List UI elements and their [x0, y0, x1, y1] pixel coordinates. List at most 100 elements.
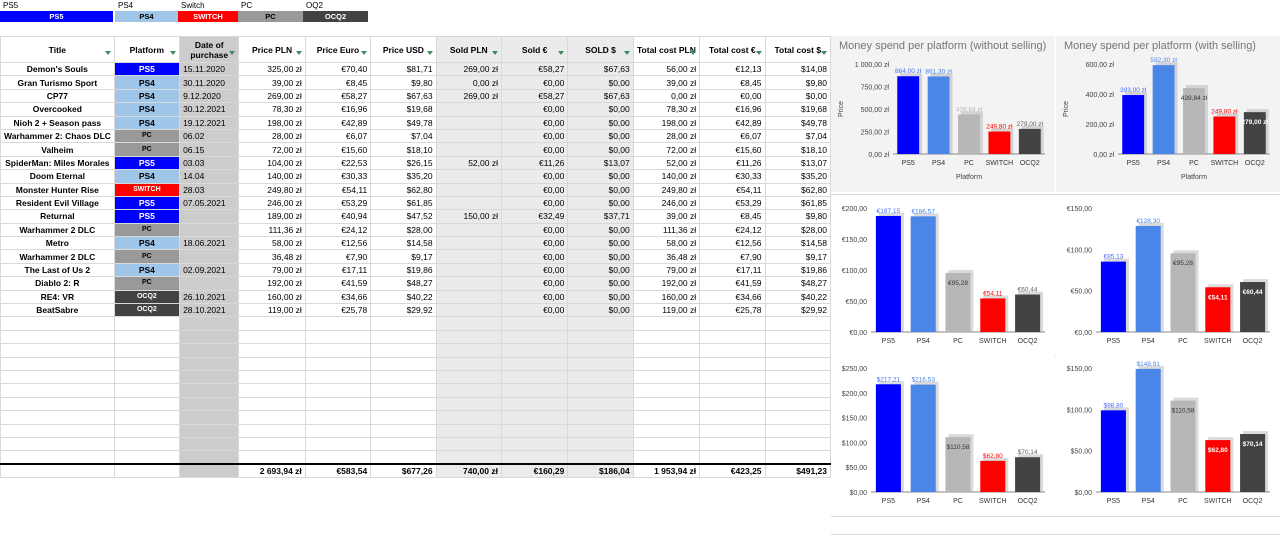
- empty-cell[interactable]: [764, 369, 832, 385]
- bar-ps5[interactable]: [875, 384, 901, 492]
- total-cell[interactable]: €160,29: [500, 463, 569, 479]
- empty-cell[interactable]: [113, 316, 181, 331]
- empty-cell[interactable]: [113, 450, 181, 465]
- value-cell[interactable]: €24,12: [304, 222, 372, 238]
- value-cell[interactable]: 104,00 zł: [238, 155, 306, 171]
- value-cell[interactable]: €58,27: [500, 61, 569, 77]
- title-cell[interactable]: CP77: [0, 88, 115, 104]
- legend-chip-ps4[interactable]: PS4: [115, 11, 178, 22]
- empty-cell[interactable]: [238, 316, 306, 331]
- empty-cell[interactable]: [304, 369, 372, 385]
- value-cell[interactable]: 72,00 zł: [238, 142, 306, 157]
- empty-cell[interactable]: [567, 396, 634, 412]
- value-cell[interactable]: $48,27: [370, 276, 437, 291]
- bar-ps5[interactable]: [875, 215, 901, 332]
- empty-cell[interactable]: [370, 436, 437, 452]
- empty-cell[interactable]: [304, 343, 372, 358]
- value-cell[interactable]: 52,00 zł: [632, 155, 701, 171]
- empty-cell[interactable]: [764, 396, 832, 412]
- value-cell[interactable]: 246,00 zł: [238, 195, 306, 211]
- value-cell[interactable]: $0,00: [567, 236, 634, 251]
- value-cell[interactable]: €53,29: [699, 195, 766, 211]
- value-cell[interactable]: €0,00: [500, 276, 569, 291]
- value-cell[interactable]: $0,00: [567, 169, 634, 184]
- bar-switch[interactable]: [980, 298, 1006, 332]
- empty-cell[interactable]: [238, 396, 306, 412]
- value-cell[interactable]: 39,00 zł: [238, 75, 306, 90]
- value-cell[interactable]: €41,59: [699, 276, 766, 291]
- title-cell[interactable]: The Last of Us 2: [0, 262, 115, 278]
- value-cell[interactable]: 189,00 zł: [238, 209, 306, 224]
- platform-cell[interactable]: PS4: [113, 88, 181, 104]
- empty-cell[interactable]: [435, 356, 502, 371]
- title-cell[interactable]: Resident Evil Village: [0, 195, 115, 211]
- empty-cell[interactable]: [304, 423, 372, 438]
- title-cell[interactable]: Doom Eternal: [0, 169, 115, 184]
- value-cell[interactable]: 269,00 zł: [435, 88, 502, 104]
- value-cell[interactable]: 72,00 zł: [632, 142, 701, 157]
- empty-cell[interactable]: [567, 450, 634, 465]
- empty-cell[interactable]: [0, 410, 115, 425]
- empty-cell[interactable]: [0, 356, 115, 371]
- empty-cell[interactable]: [567, 343, 634, 358]
- value-cell[interactable]: €12,56: [699, 236, 766, 251]
- title-cell[interactable]: Demon's Souls: [0, 61, 115, 77]
- value-cell[interactable]: $62,80: [370, 182, 437, 197]
- legend-name-ps4[interactable]: PS4: [118, 1, 133, 11]
- value-cell[interactable]: €41,59: [304, 276, 372, 291]
- value-cell[interactable]: 28,00 zł: [632, 128, 701, 144]
- value-cell[interactable]: [435, 289, 502, 305]
- value-cell[interactable]: $81,71: [370, 61, 437, 77]
- value-cell[interactable]: [435, 128, 502, 144]
- legend-name-ocq2[interactable]: OQ2: [306, 1, 323, 11]
- total-cell[interactable]: $677,26: [370, 463, 437, 479]
- empty-cell[interactable]: [179, 436, 240, 452]
- empty-cell[interactable]: [500, 356, 569, 371]
- empty-cell[interactable]: [0, 369, 115, 385]
- empty-cell[interactable]: [567, 329, 634, 345]
- column-header-11[interactable]: Total cost $: [764, 36, 832, 63]
- value-cell[interactable]: €0,00: [699, 88, 766, 104]
- total-cell[interactable]: €423,25: [699, 463, 766, 479]
- platform-cell[interactable]: PC: [113, 128, 181, 144]
- value-cell[interactable]: €0,00: [500, 142, 569, 157]
- empty-cell[interactable]: [500, 369, 569, 385]
- value-cell[interactable]: €0,00: [500, 182, 569, 197]
- column-header-4[interactable]: Price Euro: [304, 36, 372, 63]
- filter-dropdown-icon[interactable]: [426, 51, 433, 55]
- platform-cell[interactable]: PS4: [113, 115, 181, 130]
- empty-cell[interactable]: [0, 383, 115, 398]
- value-cell[interactable]: $19,86: [370, 262, 437, 278]
- value-cell[interactable]: $19,86: [764, 262, 832, 278]
- value-cell[interactable]: $9,80: [370, 75, 437, 90]
- empty-cell[interactable]: [113, 343, 181, 358]
- value-cell[interactable]: $0,00: [567, 128, 634, 144]
- date-cell[interactable]: [179, 276, 240, 291]
- platform-cell[interactable]: PC: [113, 276, 181, 291]
- empty-cell[interactable]: [632, 450, 701, 465]
- empty-cell[interactable]: [238, 343, 306, 358]
- value-cell[interactable]: $67,63: [370, 88, 437, 104]
- value-cell[interactable]: €0,00: [500, 169, 569, 184]
- value-cell[interactable]: 78,30 zł: [238, 102, 306, 117]
- value-cell[interactable]: 140,00 zł: [238, 169, 306, 184]
- value-cell[interactable]: $61,85: [370, 195, 437, 211]
- value-cell[interactable]: €42,89: [699, 115, 766, 130]
- value-cell[interactable]: $40,22: [764, 289, 832, 305]
- total-cell[interactable]: 2 693,94 zł: [238, 463, 306, 479]
- bar-switch[interactable]: [980, 460, 1006, 492]
- value-cell[interactable]: 58,00 zł: [238, 236, 306, 251]
- value-cell[interactable]: €11,26: [500, 155, 569, 171]
- empty-cell[interactable]: [370, 369, 437, 385]
- empty-cell[interactable]: [435, 396, 502, 412]
- empty-cell[interactable]: [179, 356, 240, 371]
- value-cell[interactable]: €54,11: [304, 182, 372, 197]
- value-cell[interactable]: 0,00 zł: [435, 75, 502, 90]
- value-cell[interactable]: $0,00: [567, 75, 634, 90]
- platform-cell[interactable]: PS5: [113, 195, 181, 211]
- value-cell[interactable]: $14,08: [764, 61, 832, 77]
- platform-cell[interactable]: PC: [113, 222, 181, 238]
- value-cell[interactable]: [435, 249, 502, 264]
- value-cell[interactable]: [435, 236, 502, 251]
- value-cell[interactable]: $67,63: [567, 88, 634, 104]
